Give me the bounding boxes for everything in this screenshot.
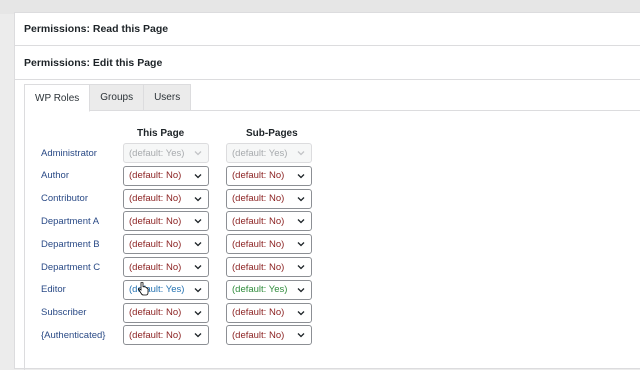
chevron-down-icon xyxy=(194,263,202,271)
select-contributor-this-page[interactable]: (default: No) xyxy=(123,188,209,209)
select-value: (default: No) xyxy=(129,170,182,182)
select-subscriber-this-page[interactable]: (default: No) xyxy=(123,302,209,323)
chevron-down-icon xyxy=(194,149,202,157)
tab-users[interactable]: Users xyxy=(144,84,192,111)
chevron-down-icon xyxy=(194,172,202,180)
role-label-author: Author xyxy=(41,170,69,182)
select-value: (default: No) xyxy=(129,307,182,319)
role-label-authenticated: {Authenticated} xyxy=(41,329,106,341)
edit-permissions-body: WP Roles Groups Users This Page Sub-Pages… xyxy=(14,79,640,370)
chevron-down-icon xyxy=(297,286,305,294)
select-department-a-this-page[interactable]: (default: No) xyxy=(123,211,209,232)
select-value: (default: Yes) xyxy=(129,147,185,159)
select-value: (default: No) xyxy=(232,193,285,205)
select-department-b-sub-pages[interactable]: (default: No) xyxy=(226,234,312,255)
edit-permissions-panel[interactable]: Permissions: Edit this Page xyxy=(14,45,640,80)
select-authenticated-sub-pages[interactable]: (default: No) xyxy=(226,325,312,346)
select-value: (default: No) xyxy=(232,307,285,319)
chevron-down-icon xyxy=(297,331,305,339)
select-value: (default: Yes) xyxy=(232,147,288,159)
select-author-sub-pages[interactable]: (default: No) xyxy=(226,165,312,186)
column-header-sub-pages: Sub-Pages xyxy=(246,128,298,139)
chevron-down-icon xyxy=(194,217,202,225)
role-label-editor: Editor xyxy=(41,284,66,296)
select-value: (default: No) xyxy=(232,170,285,182)
chevron-down-icon xyxy=(297,195,305,203)
permission-tabs: WP Roles Groups Users xyxy=(24,84,192,112)
chevron-down-icon xyxy=(297,263,305,271)
select-author-this-page[interactable]: (default: No) xyxy=(123,165,209,186)
select-value: (default: No) xyxy=(129,238,182,250)
chevron-down-icon xyxy=(194,195,202,203)
select-value: (default: No) xyxy=(232,261,285,273)
chevron-down-icon xyxy=(194,309,202,317)
role-label-department-c: Department C xyxy=(41,261,101,273)
select-department-b-this-page[interactable]: (default: No) xyxy=(123,234,209,255)
chevron-down-icon xyxy=(297,217,305,225)
select-value: (default: No) xyxy=(232,215,285,227)
role-label-administrator: Administrator xyxy=(41,147,97,159)
select-contributor-sub-pages[interactable]: (default: No) xyxy=(226,188,312,209)
select-editor-this-page[interactable]: (default: Yes) xyxy=(123,279,209,300)
chevron-down-icon xyxy=(297,172,305,180)
select-value: (default: No) xyxy=(232,329,285,341)
select-value: (default: No) xyxy=(129,329,182,341)
select-value: (default: No) xyxy=(129,215,182,227)
select-subscriber-sub-pages[interactable]: (default: No) xyxy=(226,302,312,323)
select-value: (default: No) xyxy=(129,261,182,273)
read-permissions-title[interactable]: Permissions: Read this Page xyxy=(15,13,640,45)
chevron-down-icon xyxy=(297,149,305,157)
chevron-down-icon xyxy=(297,309,305,317)
role-label-department-a: Department A xyxy=(41,215,100,227)
select-editor-sub-pages[interactable]: (default: Yes) xyxy=(226,279,312,300)
wp-roles-tab-content: This Page Sub-Pages Administrator (default:… xyxy=(24,110,640,370)
tab-wp-roles[interactable]: WP Roles xyxy=(24,84,91,112)
chevron-down-icon xyxy=(194,331,202,339)
mouse-pointer-icon xyxy=(138,282,149,296)
select-value: (default: Yes) xyxy=(232,284,288,296)
chevron-down-icon xyxy=(194,240,202,248)
chevron-down-icon xyxy=(194,286,202,294)
edit-permissions-title[interactable]: Permissions: Edit this Page xyxy=(15,46,640,80)
select-administrator-sub-pages: (default: Yes) xyxy=(226,143,312,163)
select-authenticated-this-page[interactable]: (default: No) xyxy=(123,325,209,346)
chevron-down-icon xyxy=(297,240,305,248)
select-value: (default: No) xyxy=(232,238,285,250)
role-label-subscriber: Subscriber xyxy=(41,307,87,319)
select-department-a-sub-pages[interactable]: (default: No) xyxy=(226,211,312,232)
select-value: (default: No) xyxy=(129,193,182,205)
role-label-department-b: Department B xyxy=(41,238,100,250)
read-permissions-panel[interactable]: Permissions: Read this Page xyxy=(14,12,640,46)
role-label-contributor: Contributor xyxy=(41,193,88,205)
select-department-c-sub-pages[interactable]: (default: No) xyxy=(226,257,312,277)
tab-groups[interactable]: Groups xyxy=(90,84,145,111)
select-department-c-this-page[interactable]: (default: No) xyxy=(123,257,209,277)
column-header-this-page: This Page xyxy=(137,128,185,139)
select-administrator-this-page: (default: Yes) xyxy=(123,143,209,163)
